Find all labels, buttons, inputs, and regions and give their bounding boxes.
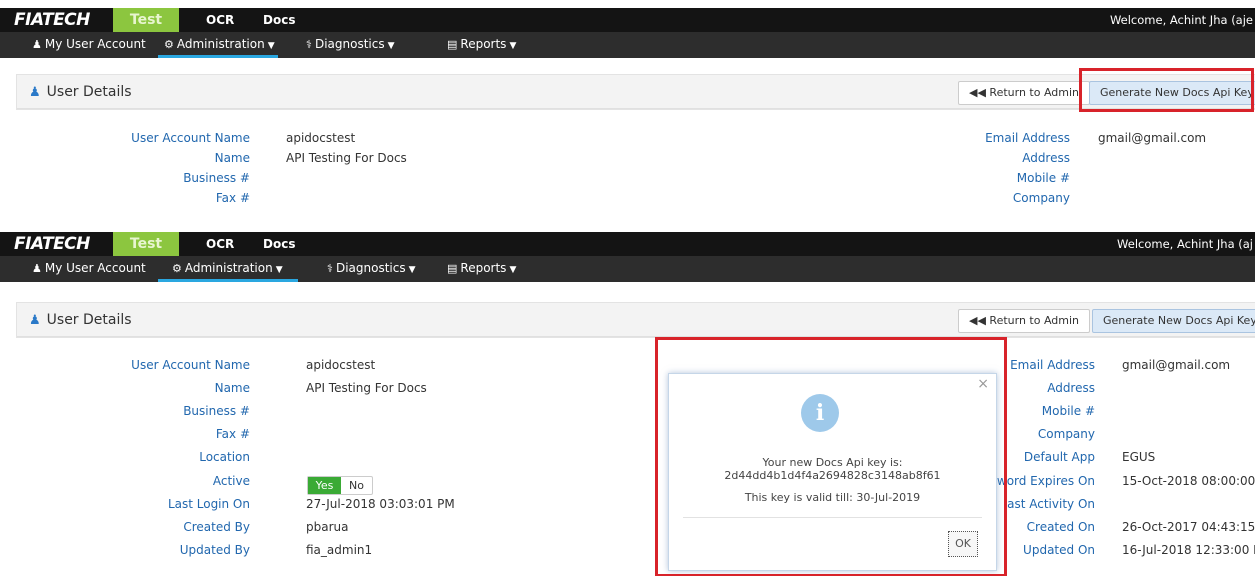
nav-label: Administration bbox=[184, 261, 273, 275]
environment-badge: Test bbox=[113, 8, 179, 32]
field-label: Active bbox=[212, 474, 250, 488]
nav-my-user-account[interactable]: ♟ My User Account bbox=[32, 256, 146, 282]
list-icon: ▤ bbox=[447, 38, 458, 51]
field-value: EGUS bbox=[1122, 450, 1156, 464]
highlight-modal bbox=[655, 337, 1007, 576]
field-label: User Account Name bbox=[131, 358, 250, 372]
top-link-ocr[interactable]: OCR bbox=[206, 8, 234, 32]
field-label: Name bbox=[214, 381, 250, 395]
field-label: Email Address bbox=[985, 131, 1070, 145]
caret-down-icon: ▼ bbox=[509, 265, 517, 275]
caret-down-icon: ▼ bbox=[408, 265, 416, 275]
stethoscope-icon: ⚕ bbox=[327, 262, 333, 275]
field-value: API Testing For Docs bbox=[286, 151, 407, 165]
field-value: fia_admin1 bbox=[306, 543, 373, 557]
active-toggle[interactable]: Yes No bbox=[307, 476, 373, 495]
welcome-text[interactable]: Welcome, Achint Jha (aj bbox=[1117, 232, 1253, 256]
top-link-ocr[interactable]: OCR bbox=[206, 232, 234, 256]
button-label: Return to Admin bbox=[989, 314, 1080, 327]
field-label: Company bbox=[1012, 191, 1070, 205]
screenshot-before: FIATECH Test OCR Docs Welcome, Achint Jh… bbox=[0, 8, 1255, 206]
field-label: Created By bbox=[183, 520, 250, 534]
field-label: Fax # bbox=[215, 427, 250, 441]
user-details-panel: ♟ User Details ◀◀ Return to Admin Generat… bbox=[16, 302, 1255, 338]
caret-down-icon: ▼ bbox=[267, 41, 275, 51]
panel-title: ♟ User Details bbox=[29, 303, 132, 338]
field-label: Business # bbox=[183, 171, 250, 185]
double-chevron-left-icon: ◀◀ bbox=[969, 314, 990, 327]
panel-title: ♟ User Details bbox=[29, 75, 132, 110]
environment-badge: Test bbox=[113, 232, 179, 256]
user-icon: ♟ bbox=[32, 38, 42, 51]
user-icon: ♟ bbox=[29, 313, 41, 328]
main-nav: ♟ My User Account ⚙ Administration ▼ ⚕ Diagn… bbox=[0, 32, 1255, 58]
nav-label: Reports bbox=[460, 37, 507, 51]
field-value: apidocstest bbox=[286, 131, 356, 145]
top-bar: FIATECH Test OCR Docs Welcome, Achint Jh… bbox=[0, 232, 1255, 256]
field-label: Updated By bbox=[179, 543, 250, 557]
caret-down-icon: ▼ bbox=[509, 41, 517, 51]
caret-down-icon: ▼ bbox=[275, 265, 283, 275]
panel-title-text: User Details bbox=[46, 84, 132, 100]
caret-down-icon: ▼ bbox=[387, 41, 395, 51]
nav-label: Diagnostics bbox=[314, 37, 385, 51]
toggle-no[interactable]: No bbox=[341, 477, 372, 494]
fiatech-logo[interactable]: FIATECH bbox=[14, 234, 90, 254]
toggle-yes[interactable]: Yes bbox=[308, 477, 341, 494]
cogs-icon: ⚙ bbox=[172, 262, 182, 275]
nav-administration[interactable]: ⚙ Administration ▼ bbox=[158, 256, 298, 282]
panel-header: ♟ User Details ◀◀ Return to Admin Generat… bbox=[17, 303, 1255, 337]
nav-label: My User Account bbox=[44, 37, 146, 51]
nav-my-user-account[interactable]: ♟ My User Account bbox=[32, 32, 146, 58]
field-label: User Account Name bbox=[131, 131, 250, 145]
user-icon: ♟ bbox=[29, 85, 41, 100]
panel-title-text: User Details bbox=[46, 312, 132, 328]
field-label: Name bbox=[214, 151, 250, 165]
nav-diagnostics[interactable]: ⚕ Diagnostics ▼ bbox=[306, 32, 395, 58]
field-label: Mobile # bbox=[1016, 171, 1070, 185]
nav-label: Reports bbox=[460, 261, 507, 275]
top-bar: FIATECH Test OCR Docs Welcome, Achint Jh… bbox=[0, 8, 1255, 32]
screenshot-after: FIATECH Test OCR Docs Welcome, Achint Jh… bbox=[0, 232, 1255, 576]
nav-administration[interactable]: ⚙ Administration ▼ bbox=[158, 32, 278, 58]
nav-diagnostics[interactable]: ⚕ Diagnostics ▼ bbox=[327, 256, 416, 282]
return-to-admin-button[interactable]: ◀◀ Return to Admin bbox=[958, 81, 1091, 105]
button-label: Return to Admin bbox=[989, 86, 1080, 99]
fiatech-logo[interactable]: FIATECH bbox=[14, 10, 90, 30]
list-icon: ▤ bbox=[447, 262, 458, 275]
nav-label: My User Account bbox=[44, 261, 146, 275]
user-icon: ♟ bbox=[32, 262, 42, 275]
nav-reports[interactable]: ▤ Reports ▼ bbox=[447, 32, 516, 58]
top-link-docs[interactable]: Docs bbox=[263, 232, 295, 256]
stethoscope-icon: ⚕ bbox=[306, 38, 312, 51]
main-nav: ♟ My User Account ⚙ Administration ▼ ⚕ Diagn… bbox=[0, 256, 1255, 282]
field-value: gmail@gmail.com bbox=[1098, 131, 1207, 145]
highlight-generate-button bbox=[1079, 68, 1254, 112]
field-label: Address bbox=[1022, 151, 1070, 165]
user-details-panel: ♟ User Details ◀◀ Return to Admin Generat… bbox=[16, 74, 1255, 110]
cogs-icon: ⚙ bbox=[164, 38, 174, 51]
panel-header: ♟ User Details ◀◀ Return to Admin Generat… bbox=[17, 75, 1255, 109]
welcome-text[interactable]: Welcome, Achint Jha (aje bbox=[1110, 8, 1253, 32]
nav-reports[interactable]: ▤ Reports ▼ bbox=[447, 256, 516, 282]
field-value: 16-Jul-2018 12:33:00 P bbox=[1122, 543, 1255, 557]
field-label: Location bbox=[199, 450, 250, 464]
field-value: apidocstest bbox=[306, 358, 376, 372]
nav-label: Diagnostics bbox=[335, 261, 406, 275]
return-to-admin-button[interactable]: ◀◀ Return to Admin bbox=[958, 309, 1091, 333]
field-value: API Testing For Docs bbox=[306, 381, 427, 395]
nav-label: Administration bbox=[176, 37, 265, 51]
generate-api-key-button[interactable]: Generate New Docs Api Key bbox=[1092, 309, 1255, 333]
field-value: 27-Jul-2018 03:03:01 PM bbox=[306, 497, 455, 511]
field-value: gmail@gmail.com bbox=[1122, 358, 1231, 372]
top-link-docs[interactable]: Docs bbox=[263, 8, 295, 32]
field-value: 15-Oct-2018 08:00:00 F bbox=[1122, 474, 1255, 488]
field-value: pbarua bbox=[306, 520, 349, 534]
field-label: Last Login On bbox=[167, 497, 250, 511]
field-label: Business # bbox=[183, 404, 250, 418]
double-chevron-left-icon: ◀◀ bbox=[969, 86, 990, 99]
field-value: 26-Oct-2017 04:43:15 F bbox=[1122, 520, 1255, 534]
field-label: Fax # bbox=[215, 191, 250, 205]
